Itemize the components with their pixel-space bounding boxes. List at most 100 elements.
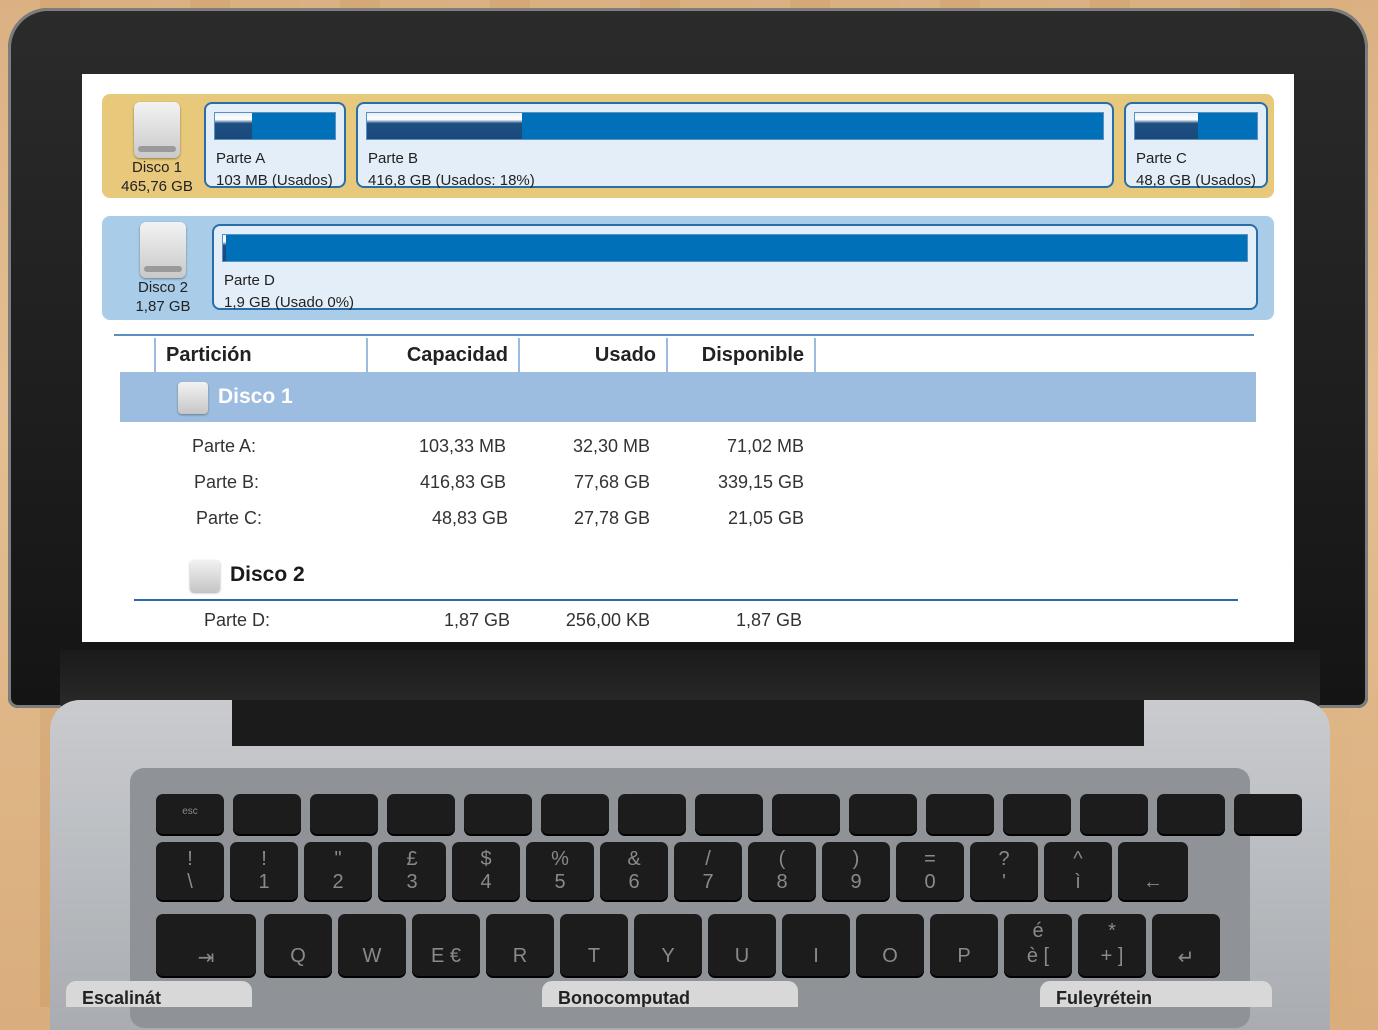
partition-c-name: Parte C bbox=[1136, 150, 1187, 167]
bottom-label-2: Bonocomputad bbox=[542, 981, 798, 1007]
fn-key[interactable]: esc bbox=[156, 794, 224, 834]
key[interactable]: /7 bbox=[674, 842, 742, 900]
fn-key[interactable] bbox=[541, 794, 609, 834]
key[interactable]: T bbox=[560, 914, 628, 976]
partition-table: Partición Capacidad Usado Disponible bbox=[114, 334, 1254, 374]
key[interactable]: (8 bbox=[748, 842, 816, 900]
key[interactable]: W bbox=[338, 914, 406, 976]
partition-c-usage-bar bbox=[1134, 112, 1258, 140]
fn-key[interactable] bbox=[233, 794, 301, 834]
partition-b-name: Parte B bbox=[368, 150, 419, 167]
key[interactable]: ! 1 bbox=[230, 842, 298, 900]
partition-c[interactable]: Parte C 48,8 GB (Usados) bbox=[1124, 102, 1268, 189]
key[interactable]: R bbox=[486, 914, 554, 976]
disk-1-name: Disco 1 bbox=[131, 159, 183, 176]
key[interactable]: I bbox=[782, 914, 850, 976]
partition-b-usage-bar bbox=[366, 112, 1104, 140]
disk-1-size: 465,76 GB bbox=[121, 178, 193, 195]
key[interactable]: P bbox=[930, 914, 998, 976]
table-cell-available: 339,15 GB bbox=[717, 472, 804, 492]
table-cell-available: 1,87 GB bbox=[735, 610, 802, 630]
table-cell-used: 77,68 GB bbox=[573, 472, 650, 492]
table-cell-capacity: 48,83 GB bbox=[431, 508, 508, 528]
table-cell-capacity: 103,33 MB bbox=[418, 436, 506, 456]
table-cell-capacity: 416,83 GB bbox=[419, 472, 506, 492]
key[interactable]: ? ' bbox=[970, 842, 1038, 900]
key[interactable]: éè [ bbox=[1004, 914, 1072, 976]
fn-key[interactable] bbox=[464, 794, 532, 834]
group-title-disco-2: Disco 2 bbox=[230, 563, 305, 586]
partition-b-usage-fill bbox=[367, 113, 522, 139]
key[interactable]: Q bbox=[264, 914, 332, 976]
table-cell-capacity: 1,87 GB bbox=[443, 610, 510, 630]
column-header-used[interactable]: Usado bbox=[518, 338, 666, 372]
partition-a-usage-fill bbox=[215, 113, 253, 139]
key[interactable]: = 0 bbox=[896, 842, 964, 900]
column-header-capacity[interactable]: Capacidad bbox=[366, 338, 518, 372]
partition-b-info: 416,8 GB (Usados: 18%) bbox=[368, 172, 535, 189]
partition-a-info: 103 MB (Usados) bbox=[216, 172, 333, 189]
table-header: Partición Capacidad Usado Disponible bbox=[114, 334, 1254, 374]
table-cell-partition: Parte D: bbox=[204, 610, 271, 630]
fn-key[interactable] bbox=[1234, 794, 1302, 834]
bottom-label-3: Fuleyrétein bbox=[1040, 981, 1272, 1007]
fn-key[interactable] bbox=[618, 794, 686, 834]
bottom-label-1: Escalinát bbox=[66, 981, 252, 1007]
key[interactable]: $4 bbox=[452, 842, 520, 900]
key[interactable]: ) 9 bbox=[822, 842, 890, 900]
fn-key[interactable] bbox=[1157, 794, 1225, 834]
partition-d-usage-fill bbox=[223, 235, 226, 261]
table-cell-partition: Parte C: bbox=[196, 508, 263, 528]
table-cell-used: 27,78 GB bbox=[573, 508, 650, 528]
key[interactable]: % 5 bbox=[526, 842, 594, 900]
key[interactable]: ^ ì bbox=[1044, 842, 1112, 900]
key[interactable]: * + ] bbox=[1078, 914, 1146, 976]
disk-2-label: Disco 2 1,87 GB bbox=[118, 278, 208, 316]
key[interactable]: ! \ bbox=[156, 842, 224, 900]
disk-utility-window: Disco 1 465,76 GB Parte A 103 MB (Usados… bbox=[82, 74, 1294, 642]
table-cell-available: 71,02 MB bbox=[726, 436, 804, 456]
partition-a[interactable]: Parte A 103 MB (Usados) bbox=[204, 102, 346, 189]
key[interactable]: U bbox=[708, 914, 776, 976]
group-divider bbox=[134, 599, 1238, 601]
disk-1-label: Disco 1 465,76 GB bbox=[112, 158, 202, 196]
key[interactable]: O bbox=[856, 914, 924, 976]
disk-2-icon bbox=[140, 222, 186, 278]
table-cell-used: 256,00 KB bbox=[565, 610, 650, 630]
key[interactable]: & 6 bbox=[600, 842, 668, 900]
group-title-disco-1: Disco 1 bbox=[218, 385, 293, 408]
partition-d-name: Parte D bbox=[224, 272, 275, 289]
partition-c-info: 48,8 GB (Usados) bbox=[1136, 172, 1257, 189]
key[interactable]: ← bbox=[1118, 842, 1188, 900]
key[interactable]: £3 bbox=[378, 842, 446, 900]
column-header-available[interactable]: Disponible bbox=[666, 338, 816, 372]
key[interactable]: ↵ bbox=[1152, 914, 1220, 976]
partition-a-usage-bar bbox=[214, 112, 336, 140]
table-cell-partition: Parte A: bbox=[192, 436, 257, 456]
fn-key[interactable] bbox=[1080, 794, 1148, 834]
column-header-partition[interactable]: Partición bbox=[154, 338, 366, 372]
key[interactable]: ⇥ bbox=[156, 914, 256, 976]
disk-1-row[interactable]: Disco 1 465,76 GB Parte A 103 MB (Usados… bbox=[102, 94, 1274, 198]
fn-key[interactable] bbox=[772, 794, 840, 834]
fn-key[interactable] bbox=[310, 794, 378, 834]
key[interactable]: E € bbox=[412, 914, 480, 976]
disk-2-row[interactable]: Disco 2 1,87 GB Parte D 1,9 GB (Usado 0%… bbox=[102, 216, 1274, 320]
fn-key[interactable] bbox=[387, 794, 455, 834]
fn-key[interactable] bbox=[849, 794, 917, 834]
fn-key[interactable] bbox=[926, 794, 994, 834]
partition-b[interactable]: Parte B 416,8 GB (Usados: 18%) bbox=[356, 102, 1114, 189]
partition-d-usage-bar bbox=[222, 234, 1248, 262]
table-cell-used: 32,30 MB bbox=[572, 436, 650, 456]
disk-2-size: 1,87 GB bbox=[135, 298, 191, 315]
key[interactable]: " 2 bbox=[304, 842, 372, 900]
fn-key[interactable] bbox=[695, 794, 763, 834]
disk-icon bbox=[190, 560, 220, 592]
key[interactable]: Y bbox=[634, 914, 702, 976]
partition-c-usage-fill bbox=[1135, 113, 1199, 139]
partition-d[interactable]: Parte D 1,9 GB (Usado 0%) bbox=[212, 224, 1258, 311]
disk-1-icon bbox=[134, 102, 180, 158]
table-cell-partition: Parte B: bbox=[194, 472, 260, 492]
disk-2-name: Disco 2 bbox=[137, 279, 189, 296]
fn-key[interactable] bbox=[1003, 794, 1071, 834]
